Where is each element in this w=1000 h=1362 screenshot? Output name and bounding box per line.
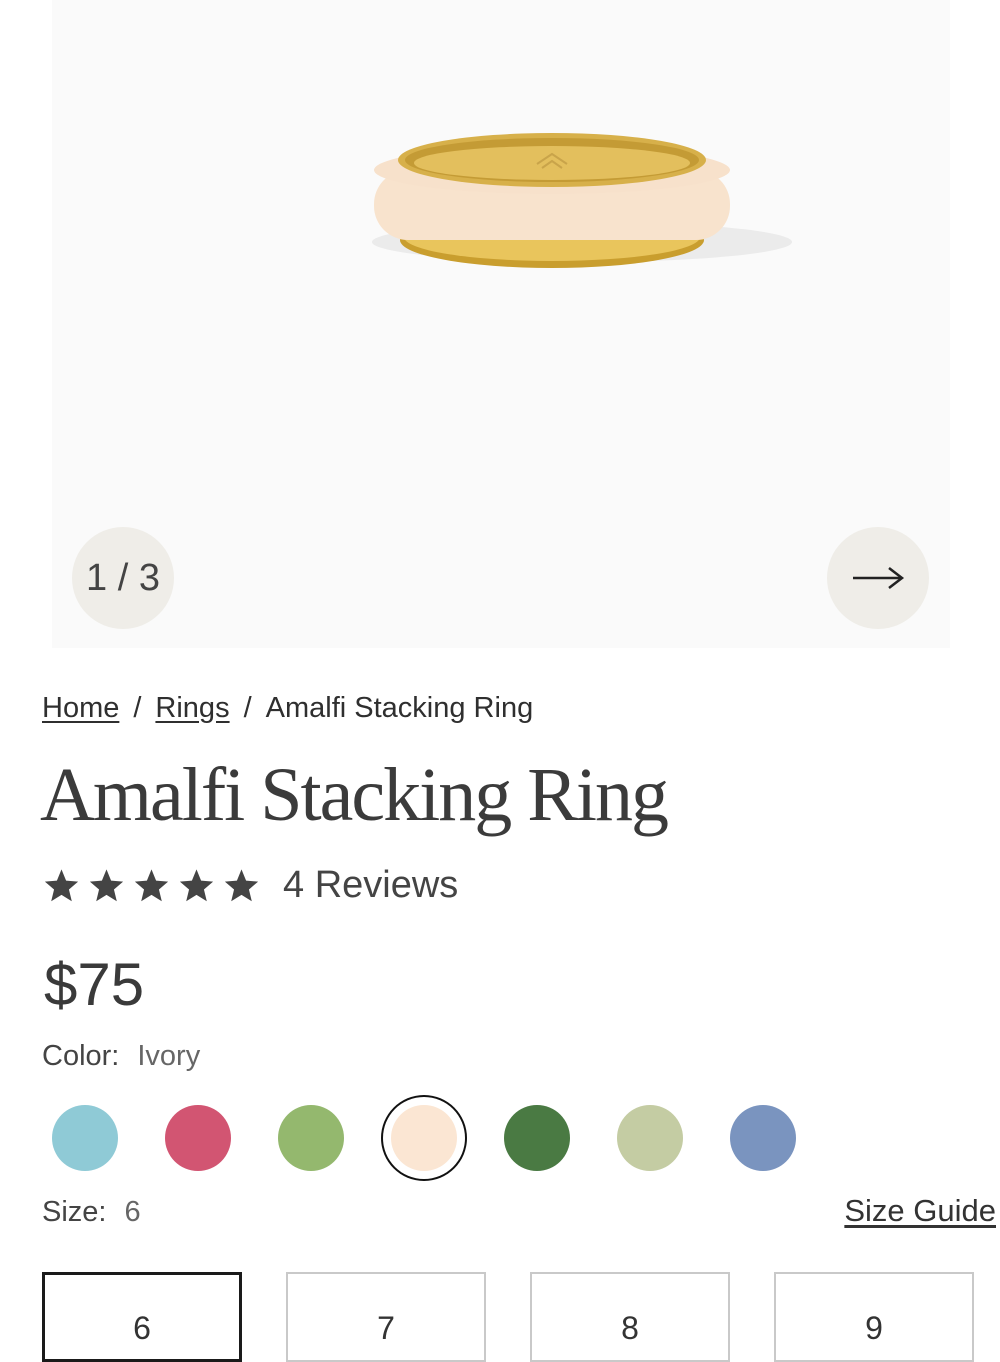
color-selection: Color: Ivory (42, 1040, 200, 1073)
color-swatch-periwinkle[interactable] (730, 1105, 796, 1171)
product-title: Amalfi Stacking Ring (40, 753, 669, 837)
color-swatch-sage[interactable] (617, 1105, 683, 1171)
rating-stars (42, 867, 261, 905)
color-label: Color: (42, 1040, 120, 1072)
star-icon (89, 868, 124, 901)
star-icon (179, 868, 214, 901)
color-swatch-pink[interactable] (165, 1105, 231, 1171)
color-swatch-dark-green[interactable] (504, 1105, 570, 1171)
color-swatch-light-green[interactable] (278, 1105, 344, 1171)
image-counter: 1 / 3 (72, 527, 174, 629)
breadcrumb-rings-link[interactable]: Rings (155, 692, 229, 724)
size-option[interactable]: 8 (530, 1272, 730, 1362)
breadcrumb-separator: / (133, 692, 142, 724)
product-rating: 4 Reviews (42, 864, 458, 907)
product-gallery: 1 / 3 (52, 0, 950, 648)
size-option[interactable]: 9 (774, 1272, 974, 1362)
product-image (372, 133, 792, 268)
arrow-right-icon (853, 567, 905, 589)
star-icon (44, 868, 79, 901)
size-guide-link[interactable]: Size Guide (844, 1193, 996, 1229)
color-swatch-ivory[interactable] (391, 1105, 457, 1171)
size-option[interactable]: 7 (286, 1272, 486, 1362)
star-icon (224, 868, 259, 901)
star-icon (134, 868, 169, 901)
reviews-link[interactable]: 4 Reviews (283, 864, 458, 907)
size-option[interactable]: 6 (42, 1272, 242, 1362)
breadcrumb-separator: / (243, 692, 252, 724)
size-value: 6 (124, 1196, 141, 1228)
size-selection: Size: 6 (42, 1196, 141, 1229)
color-swatch-light-blue[interactable] (52, 1105, 118, 1171)
size-label: Size: (42, 1196, 107, 1228)
breadcrumb: Home / Rings / Amalfi Stacking Ring (42, 692, 533, 725)
product-price: $75 (44, 951, 145, 1018)
next-image-button[interactable] (827, 527, 929, 629)
breadcrumb-current: Amalfi Stacking Ring (265, 692, 534, 724)
color-value: Ivory (137, 1040, 201, 1072)
breadcrumb-home-link[interactable]: Home (42, 692, 119, 724)
